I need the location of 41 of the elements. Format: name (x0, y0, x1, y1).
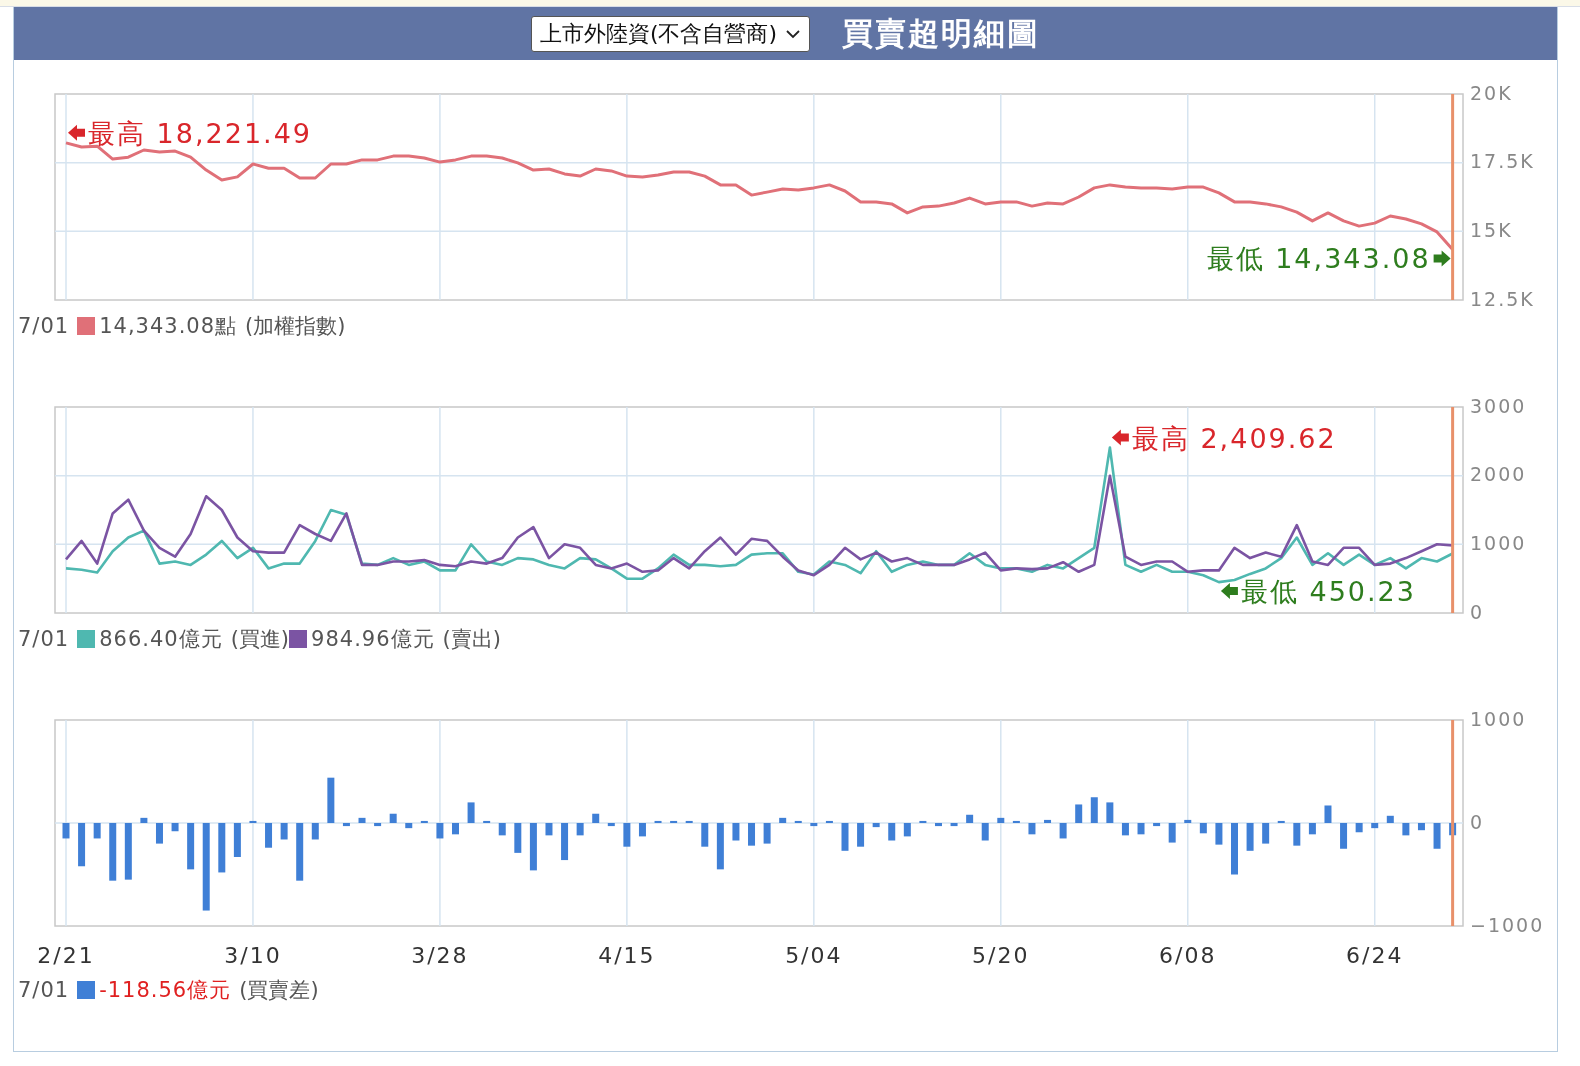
legend-value: 866.40億元 (99, 626, 223, 653)
axis-label: 0 (1470, 810, 1485, 833)
axis-label: 1000 (1470, 707, 1527, 730)
arrow-icon (1220, 583, 1238, 600)
axis-label: −1000 (1470, 913, 1545, 936)
axis-label: 3000 (1470, 394, 1527, 417)
axis-label: 4/15 (598, 943, 656, 968)
chevron-icon (785, 28, 802, 39)
legend-date: 7/01 (18, 978, 70, 1002)
legend-note: (買進) (230, 626, 290, 653)
axis-label: 5/20 (972, 943, 1030, 968)
arrow-icon (68, 124, 85, 141)
axis-label: 20K (1470, 81, 1513, 104)
market-select[interactable]: 上市外陸資(不含自營商) (530, 15, 811, 52)
extreme-label: 最低 450.23 (1240, 576, 1416, 608)
axis-label: 6/08 (1159, 943, 1217, 968)
axis-label: 5/04 (785, 943, 843, 968)
axis-label: 17.5K (1470, 150, 1535, 173)
axis-label: 3/28 (411, 943, 469, 968)
legend-value: 984.96億元 (311, 626, 435, 653)
legend-value: 14,343.08點 (99, 313, 238, 340)
axis-label: 1000 (1470, 531, 1527, 554)
arrow-icon (1433, 250, 1451, 267)
axis-label: 3/10 (224, 943, 282, 968)
legend-note: (賣出) (442, 626, 501, 653)
axis-label: 15K (1470, 218, 1513, 241)
axis-label: 6/24 (1346, 943, 1404, 968)
legend-note: (買賣差) (239, 977, 319, 1004)
legend-date: 7/01 (18, 314, 70, 338)
axis-label: 12.5K (1470, 287, 1535, 309)
extreme-label: 最高 2,409.62 (1131, 422, 1337, 454)
arrow-icon (1111, 429, 1129, 446)
legend-note: (加權指數) (245, 313, 346, 340)
extreme-label: 最低 14,343.08 (1206, 243, 1431, 275)
axis-label: 2/21 (37, 943, 95, 968)
chart-title: 買賣超明細圖 (842, 13, 1041, 53)
legend-value: -118.56億元 (99, 977, 232, 1004)
legend-date: 7/01 (18, 627, 70, 651)
axis-label: 0 (1470, 600, 1485, 622)
extreme-label: 最高 18,221.49 (88, 117, 312, 149)
axis-label: 2000 (1470, 463, 1527, 486)
